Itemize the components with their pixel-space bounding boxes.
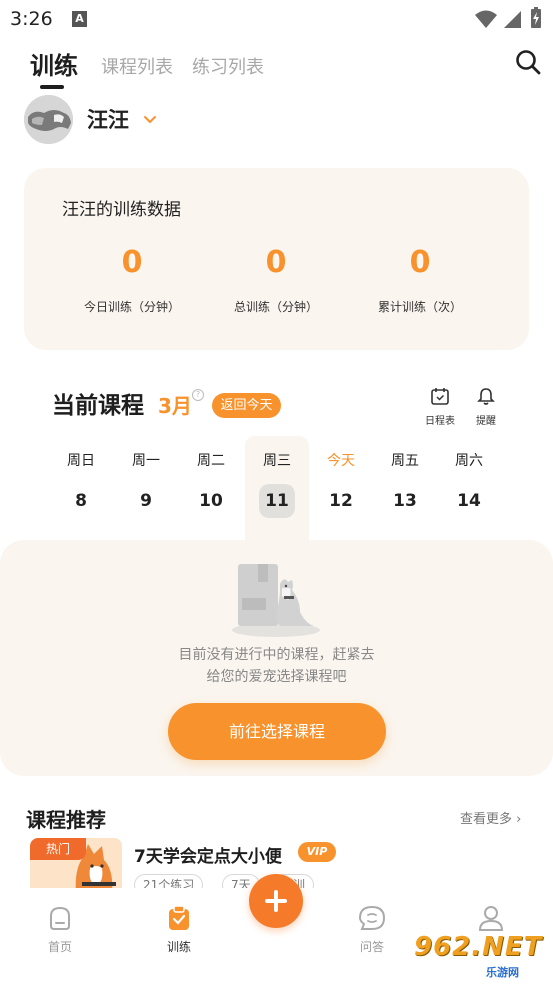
stat-value: 0	[409, 245, 431, 280]
course-name: 7天学会定点大小便	[134, 847, 282, 867]
day-tue[interactable]: 周二 10	[179, 450, 243, 518]
pet-name: 汪汪	[87, 108, 129, 132]
stat-label: 今日训练（分钟）	[83, 300, 180, 314]
empty-message-line2: 给您的爱宠选择课程吧	[206, 669, 347, 685]
course-thumbnail: 热门	[30, 838, 122, 894]
date-label-selected: 11	[259, 484, 295, 518]
hot-badge: 热门	[30, 838, 86, 860]
nav-label: 训练	[166, 940, 191, 954]
pet-avatar	[24, 94, 73, 144]
tab-course-list[interactable]: 课程列表	[101, 53, 173, 79]
weekday-label: 周日	[67, 453, 95, 469]
date-label: 14	[457, 491, 481, 511]
empty-message-line1: 目前没有进行中的课程，赶紧去	[178, 647, 375, 663]
stat-label: 总训练（分钟）	[233, 300, 318, 314]
stat-total: 0 总训练（分钟）	[201, 246, 351, 315]
remind-label: 提醒	[476, 416, 496, 427]
nav-label: 问答	[359, 940, 384, 954]
bell-icon	[477, 388, 495, 405]
stat-label: 累计训练（次）	[377, 300, 462, 314]
date-label: 9	[140, 491, 152, 511]
signal-icon	[504, 11, 521, 28]
choose-course-button[interactable]: 前往选择课程	[168, 703, 386, 760]
watermark-sub: 乐游网	[486, 966, 519, 979]
stat-value: 0	[265, 245, 287, 280]
weekday-label: 周五	[391, 453, 419, 469]
active-tab-indicator	[40, 85, 64, 89]
weekday-label: 周六	[455, 453, 483, 469]
empty-message: 目前没有进行中的课程，赶紧去 给您的爱宠选择课程吧	[0, 644, 553, 688]
reminder-button[interactable]: 提醒	[466, 386, 506, 427]
notification-a-icon: A	[72, 11, 87, 27]
stat-count: 0 累计训练（次）	[345, 246, 495, 315]
weekday-label: 周三	[263, 453, 291, 469]
vip-badge: VIP	[298, 842, 336, 862]
tab-training[interactable]: 训练	[30, 46, 78, 81]
pet-selector[interactable]: 汪汪	[24, 94, 157, 144]
weekday-label: 周一	[132, 453, 160, 469]
day-sun[interactable]: 周日 8	[49, 450, 113, 518]
tab-exercise-list[interactable]: 练习列表	[192, 53, 264, 79]
nav-training[interactable]: 训练	[144, 904, 214, 955]
back-to-today-button[interactable]: 返回今天	[212, 393, 281, 418]
search-icon[interactable]	[514, 48, 542, 76]
view-more-link[interactable]: 查看更多 ›	[460, 808, 521, 827]
chat-bubble-icon	[358, 905, 386, 930]
watermark-main: 962.NET	[414, 932, 543, 962]
training-clipboard-icon	[169, 905, 189, 930]
day-today[interactable]: 今天 12	[309, 450, 373, 518]
site-watermark: 962.NET 乐游网	[414, 930, 548, 980]
home-icon	[50, 906, 70, 930]
weekday-label: 周二	[197, 453, 225, 469]
date-label: 12	[329, 491, 353, 511]
chevron-down-icon	[144, 116, 156, 124]
date-label: 8	[75, 491, 87, 511]
schedule-button[interactable]: 日程表	[420, 386, 460, 427]
stats-title: 汪汪的训练数据	[62, 200, 181, 220]
stat-value: 0	[121, 245, 143, 280]
day-wed-selected[interactable]: 周三 11	[245, 450, 309, 518]
current-course-title: 当前课程	[52, 393, 144, 419]
add-button[interactable]	[249, 874, 303, 928]
calendar-icon	[431, 388, 449, 405]
help-icon[interactable]: ?	[192, 389, 204, 401]
nav-home[interactable]: 首页	[25, 904, 95, 955]
battery-charging-icon	[531, 7, 541, 28]
nav-label: 首页	[47, 940, 72, 954]
date-label: 13	[393, 491, 417, 511]
chevron-right-icon: ›	[516, 812, 522, 827]
view-more-label: 查看更多	[460, 812, 513, 827]
status-time: 3:26	[10, 8, 53, 30]
training-page: 3:26 A 训练 课程列表 练习列表 汪汪 汪汪的训练数据 0 今日训练（分钟…	[0, 0, 553, 984]
wifi-icon	[475, 10, 497, 28]
day-sat[interactable]: 周六 14	[437, 450, 501, 518]
day-fri[interactable]: 周五 13	[373, 450, 437, 518]
weekday-label-today: 今天	[327, 453, 355, 469]
status-bar: 3:26 A	[0, 0, 553, 40]
recommend-title: 课程推荐	[26, 808, 106, 832]
current-month: 3月	[158, 394, 192, 418]
date-label: 10	[199, 491, 223, 511]
stat-today: 0 今日训练（分钟）	[57, 246, 207, 315]
empty-dog-illustration	[232, 564, 320, 637]
day-mon[interactable]: 周一 9	[114, 450, 178, 518]
schedule-label: 日程表	[425, 416, 455, 427]
person-icon	[478, 906, 504, 931]
training-stats-card: 汪汪的训练数据 0 今日训练（分钟） 0 总训练（分钟） 0 累计训练（次）	[24, 168, 529, 350]
nav-qa[interactable]: 问答	[337, 904, 407, 955]
